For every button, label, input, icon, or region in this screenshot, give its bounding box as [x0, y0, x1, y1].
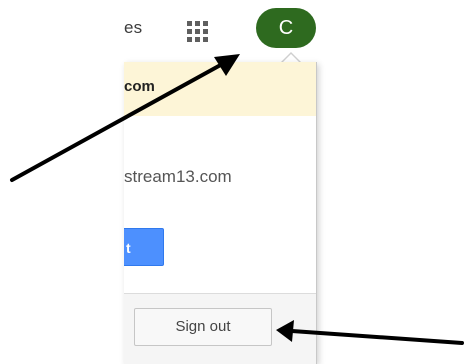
topbar-link[interactable]: es	[124, 18, 142, 38]
dropdown-footer: Sign out	[124, 294, 316, 364]
warning-text: com	[124, 78, 155, 95]
account-email: stream13.com	[124, 167, 232, 186]
screenshot-stage: es C com stream13.com t Sign out	[0, 0, 472, 364]
avatar[interactable]: C	[256, 8, 316, 48]
sign-out-button[interactable]: Sign out	[134, 308, 272, 346]
apps-button[interactable]	[184, 18, 212, 46]
account-primary-button[interactable]: t	[124, 228, 164, 266]
account-dropdown: com stream13.com t Sign out	[124, 62, 317, 364]
grid-icon	[184, 18, 212, 45]
warning-banner: com	[124, 62, 316, 116]
